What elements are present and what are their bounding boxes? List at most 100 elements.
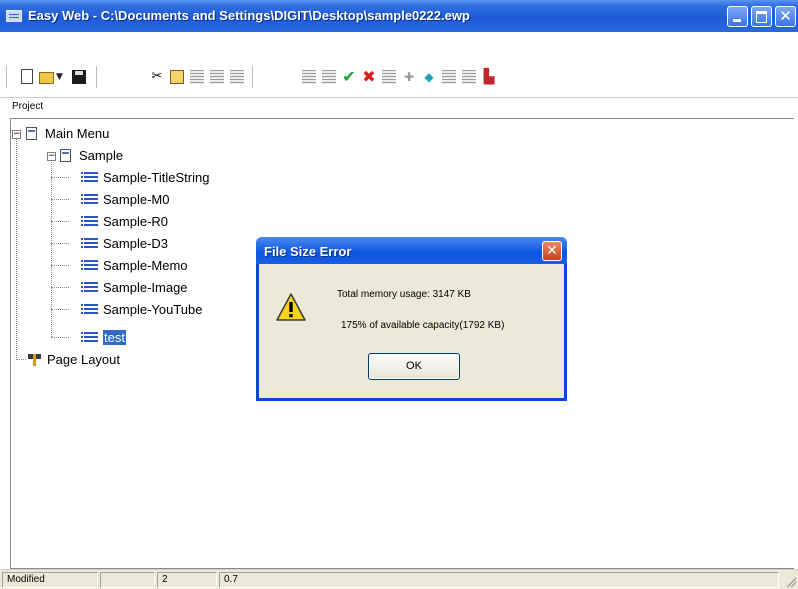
maximize-button[interactable] (751, 6, 772, 27)
new-button[interactable] (18, 68, 36, 86)
close-icon: ✕ (779, 7, 792, 25)
tool-button-7[interactable] (320, 68, 338, 86)
toolbar-grip[interactable] (6, 66, 11, 88)
disabled-tool-icon (322, 70, 336, 84)
tree-connector (51, 265, 69, 266)
main-menu-expander[interactable]: − (12, 130, 21, 139)
page-layout-icon (28, 352, 43, 366)
new-icon (21, 69, 33, 84)
folder-doc-icon (60, 148, 71, 162)
tree-item-test[interactable]: test (81, 328, 126, 346)
status-field-2 (100, 572, 155, 588)
paste-button[interactable] (188, 68, 206, 86)
tool-button-12[interactable]: ◆ (420, 68, 438, 86)
list-icon (81, 331, 98, 343)
copy-icon (170, 70, 184, 84)
dialog-title: File Size Error (264, 244, 352, 259)
dropdown-arrow-icon: ▼ (56, 72, 63, 82)
open-dropdown-button[interactable]: ▼ (56, 68, 66, 86)
status-field-3: 2 (157, 572, 217, 588)
tree-item-sample-d3[interactable]: Sample-D3 (81, 234, 168, 252)
move-icon: ✚ (403, 70, 415, 84)
tree-connector (51, 243, 69, 244)
tool-button-11[interactable]: ✚ (400, 68, 418, 86)
list-icon (81, 171, 98, 183)
tree-item-label: Sample (79, 147, 124, 163)
tree-connector (51, 199, 69, 200)
close-button[interactable]: ✕ (775, 6, 796, 27)
tree-item-label: Sample-M0 (103, 191, 170, 207)
open-button[interactable] (38, 68, 56, 86)
copy-button[interactable] (168, 68, 186, 86)
tree-item-label: Sample-Image (103, 279, 188, 295)
dialog-close-button[interactable]: ✕ (542, 241, 562, 261)
status-text: Modified (2, 572, 98, 588)
close-icon: ✕ (546, 243, 558, 259)
checkmark-icon: ✔ (342, 67, 356, 86)
sample-expander[interactable]: − (47, 152, 56, 161)
window-title: Easy Web - C:\Documents and Settings\DIG… (28, 8, 470, 23)
tree-connector (51, 287, 69, 288)
disabled-tool-icon (462, 70, 476, 84)
tree-item-label-selected: test (103, 329, 126, 345)
tree-item-label: Main Menu (45, 125, 110, 141)
resize-grip[interactable] (786, 577, 796, 587)
layout-tool-icon: ▙ (483, 69, 495, 85)
list-icon (81, 215, 98, 227)
paste-icon (190, 70, 204, 84)
status-bar: Modified 2 0.7 (0, 569, 798, 589)
delete-icon: ✖ (362, 67, 376, 86)
disabled-tool-icon (210, 70, 224, 84)
tree-item-sample[interactable]: Sample (60, 146, 123, 164)
tree-connector (16, 138, 17, 360)
tree-item-page-layout[interactable]: Page Layout (28, 350, 120, 368)
app-icon (6, 10, 22, 22)
tool-button-15[interactable]: ▙ (480, 68, 498, 86)
tool-button-13[interactable] (440, 68, 458, 86)
tree-item-sample-memo[interactable]: Sample-Memo (81, 256, 188, 274)
title-bar[interactable]: Easy Web - C:\Documents and Settings\DIG… (0, 0, 798, 32)
disabled-tool-icon (302, 70, 316, 84)
tree-connector (51, 159, 52, 337)
dialog-title-bar[interactable]: File Size Error ✕ (256, 237, 567, 264)
list-icon (81, 193, 98, 205)
tool-button-14[interactable] (460, 68, 478, 86)
tree-item-label: Sample-Memo (103, 257, 188, 273)
tree-item-label: Page Layout (47, 351, 121, 367)
save-icon (72, 70, 86, 84)
status-field-4: 0.7 (219, 572, 779, 588)
tree-connector (51, 177, 69, 178)
tree-item-sample-youtube[interactable]: Sample-YouTube (81, 300, 203, 318)
disabled-tool-icon (382, 70, 396, 84)
tree-connector (16, 359, 26, 360)
delete-button[interactable]: ✖ (360, 68, 378, 86)
open-icon (39, 72, 54, 84)
tree-item-sample-m0[interactable]: Sample-M0 (81, 190, 170, 208)
list-icon (81, 237, 98, 249)
tree-connector (51, 309, 69, 310)
tree-item-sample-titlestring[interactable]: Sample-TitleString (81, 168, 209, 186)
toolbar-separator (96, 66, 97, 88)
cut-button[interactable]: ✂ (148, 68, 166, 86)
ok-button[interactable]: OK (368, 353, 460, 380)
dialog-message-capacity: 175% of available capacity(1792 KB) (341, 320, 505, 331)
toolbar: ▼ ✂ ✔ ✖ ✚ ◆ ▙ (0, 54, 798, 98)
minimize-button[interactable] (727, 6, 748, 27)
tree-connector (51, 337, 69, 338)
tree-item-sample-image[interactable]: Sample-Image (81, 278, 188, 296)
tool-button-6[interactable] (300, 68, 318, 86)
tree-item-sample-r0[interactable]: Sample-R0 (81, 212, 168, 230)
tree-item-main-menu[interactable]: Main Menu (26, 124, 109, 142)
tool-button-5[interactable] (228, 68, 246, 86)
tree-connector (51, 221, 69, 222)
accept-button[interactable]: ✔ (340, 68, 358, 86)
tree-item-label: Sample-YouTube (103, 301, 203, 317)
project-panel-label: Project (12, 101, 44, 112)
tool-button-4[interactable] (208, 68, 226, 86)
folder-doc-icon (26, 126, 37, 140)
diamond-icon: ◆ (424, 70, 434, 84)
save-button[interactable] (70, 68, 88, 86)
tool-button-10[interactable] (380, 68, 398, 86)
file-size-error-dialog[interactable]: File Size Error ✕ Total memory usage: 31… (256, 237, 567, 401)
menu-strip (0, 32, 798, 54)
